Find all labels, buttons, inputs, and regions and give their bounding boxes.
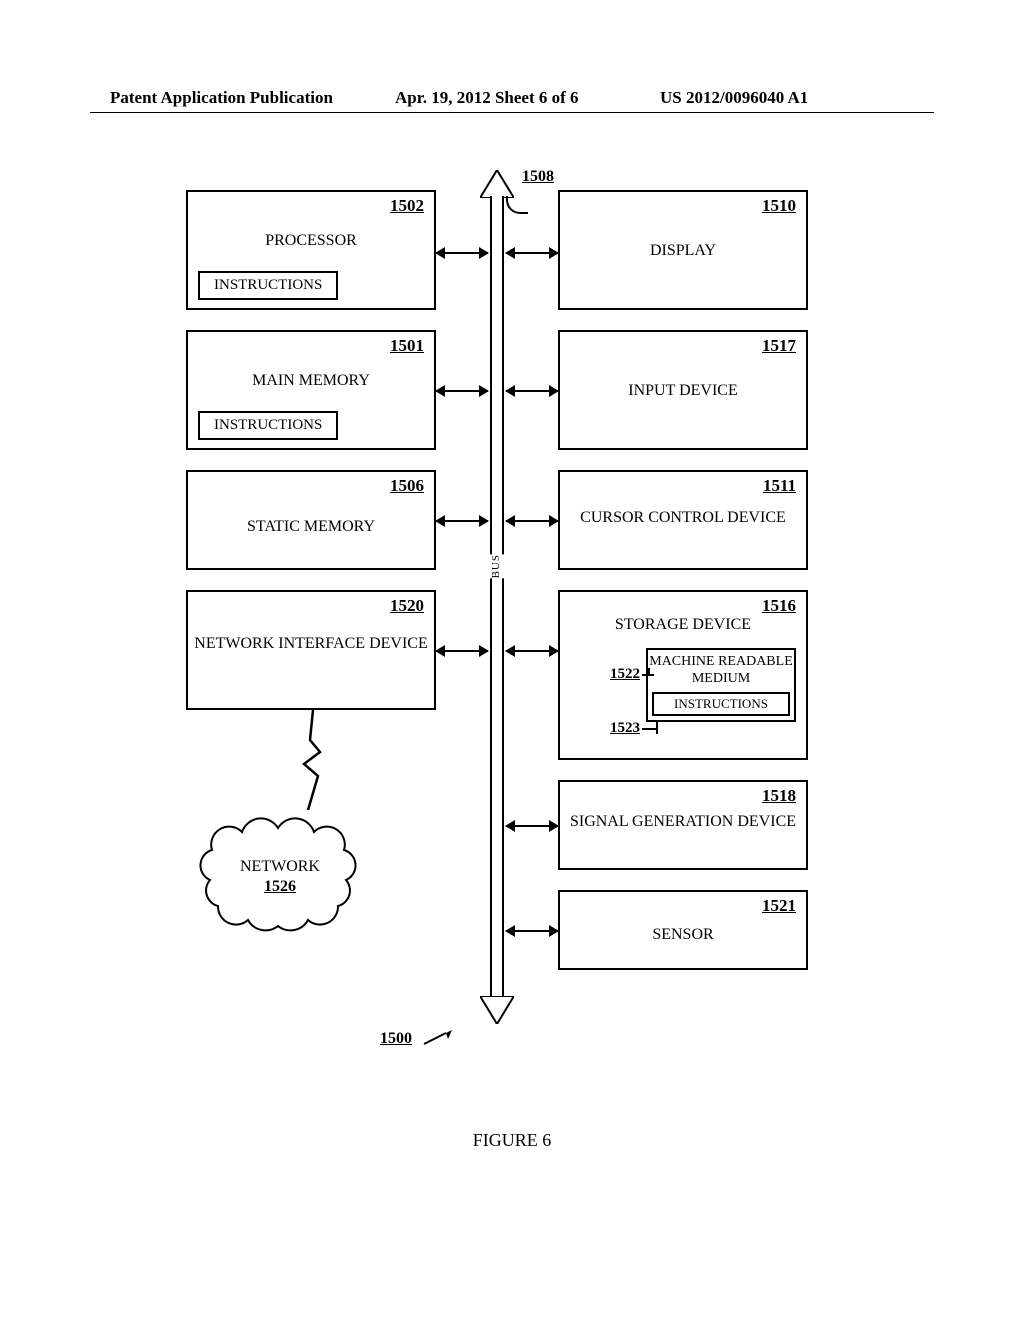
signal-title: SIGNAL GENERATION DEVICE xyxy=(560,812,806,832)
bus-ref: 1508 xyxy=(522,168,554,186)
storage-ref: 1516 xyxy=(762,596,796,616)
cursor-title: CURSOR CONTROL DEVICE xyxy=(560,508,806,528)
display-block: 1510 DISPLAY xyxy=(558,190,808,310)
input-title: INPUT DEVICE xyxy=(560,382,806,400)
connector-icon xyxy=(436,650,488,652)
nid-ref: 1520 xyxy=(390,596,424,616)
header-publication: Patent Application Publication xyxy=(110,88,333,108)
connector-icon xyxy=(436,520,488,522)
connector-icon xyxy=(436,252,488,254)
system-ref-arrow-icon xyxy=(422,1030,452,1046)
static-memory-ref: 1506 xyxy=(390,476,424,496)
bus-arrow-down-icon xyxy=(480,996,514,1024)
system-ref: 1500 xyxy=(380,1030,412,1048)
processor-block: 1502 PROCESSOR INSTRUCTIONS xyxy=(186,190,436,310)
figure-caption: FIGURE 6 xyxy=(0,1130,1024,1151)
display-title: DISPLAY xyxy=(560,242,806,260)
input-ref: 1517 xyxy=(762,336,796,356)
header-rule xyxy=(90,112,934,113)
storage-instructions-ref: 1523 xyxy=(560,720,640,737)
processor-instructions: INSTRUCTIONS xyxy=(198,271,338,300)
nid-title: NETWORK INTERFACE DEVICE xyxy=(188,634,434,654)
cursor-control-block: 1511 CURSOR CONTROL DEVICE xyxy=(558,470,808,570)
storage-instructions: INSTRUCTIONS xyxy=(652,692,790,716)
connector-icon xyxy=(506,650,558,652)
mrm-ref: 1522 xyxy=(560,666,640,683)
bus-ref-leader xyxy=(506,196,528,214)
storage-title: STORAGE DEVICE xyxy=(560,616,806,634)
network-label: NETWORK xyxy=(180,858,380,876)
bus-body xyxy=(490,196,504,1000)
processor-title: PROCESSOR xyxy=(188,232,434,250)
bus-label: BUS xyxy=(490,554,504,578)
wireless-link-icon xyxy=(298,710,328,810)
signal-ref: 1518 xyxy=(762,786,796,806)
connector-icon xyxy=(506,930,558,932)
connector-icon xyxy=(506,520,558,522)
connector-icon xyxy=(506,390,558,392)
sensor-ref: 1521 xyxy=(762,896,796,916)
display-ref: 1510 xyxy=(762,196,796,216)
system-diagram: BUS 1508 1502 PROCESSOR INSTRUCTIONS 150… xyxy=(0,160,1024,1170)
bus: BUS 1508 xyxy=(482,174,512,1020)
mrm-title: MACHINE READABLE MEDIUM xyxy=(648,654,794,688)
network-cloud: NETWORK 1526 xyxy=(180,810,380,940)
header-date-sheet: Apr. 19, 2012 Sheet 6 of 6 xyxy=(395,88,579,108)
network-interface-block: 1520 NETWORK INTERFACE DEVICE xyxy=(186,590,436,710)
input-device-block: 1517 INPUT DEVICE xyxy=(558,330,808,450)
cursor-ref: 1511 xyxy=(763,476,796,496)
sensor-title: SENSOR xyxy=(560,926,806,944)
leader-line-icon xyxy=(642,674,654,676)
main-memory-ref: 1501 xyxy=(390,336,424,356)
leader-line-icon xyxy=(656,722,658,734)
main-memory-instructions: INSTRUCTIONS xyxy=(198,411,338,440)
machine-readable-medium-block: MACHINE READABLE MEDIUM INSTRUCTIONS xyxy=(646,648,796,722)
static-memory-block: 1506 STATIC MEMORY xyxy=(186,470,436,570)
bus-arrow-up-icon xyxy=(480,170,514,198)
network-ref: 1526 xyxy=(180,878,380,896)
connector-icon xyxy=(506,252,558,254)
static-memory-title: STATIC MEMORY xyxy=(188,518,434,536)
main-memory-title: MAIN MEMORY xyxy=(188,372,434,390)
processor-ref: 1502 xyxy=(390,196,424,216)
connector-icon xyxy=(506,825,558,827)
header-pub-number: US 2012/0096040 A1 xyxy=(660,88,808,108)
signal-generation-block: 1518 SIGNAL GENERATION DEVICE xyxy=(558,780,808,870)
sensor-block: 1521 SENSOR xyxy=(558,890,808,970)
main-memory-block: 1501 MAIN MEMORY INSTRUCTIONS xyxy=(186,330,436,450)
connector-icon xyxy=(436,390,488,392)
